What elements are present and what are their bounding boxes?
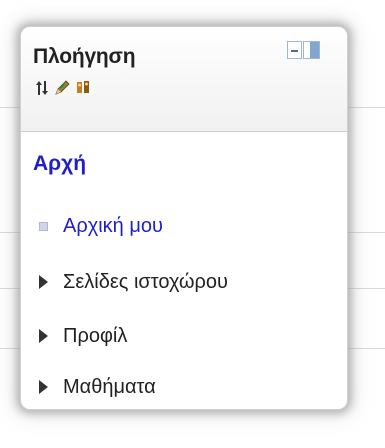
expand-arrow-icon[interactable] <box>35 328 51 344</box>
block-header: Πλοήγηση <box>21 27 347 132</box>
square-bullet-icon <box>35 218 51 234</box>
home-link[interactable]: Αρχή <box>33 152 86 176</box>
expand-arrow-icon[interactable] <box>35 274 51 290</box>
nav-item-label[interactable]: Σελίδες ιστοχώρου <box>63 271 228 294</box>
block-title: Πλοήγηση <box>33 45 136 68</box>
nav-item-label[interactable]: Αρχική μου <box>63 215 163 238</box>
dock-panel-icon[interactable] <box>303 41 320 59</box>
block-dock-controls[interactable] <box>287 41 321 61</box>
assign-roles-icon[interactable] <box>75 79 92 96</box>
edit-icon[interactable] <box>54 79 71 96</box>
nav-item-label[interactable]: Μαθήματα <box>63 376 156 399</box>
minus-box-icon[interactable] <box>287 41 302 59</box>
block-content: Αρχή Αρχική μου Σελίδες ιστοχώρου Προφίλ… <box>21 132 347 409</box>
nav-item-my-home[interactable]: Αρχική μου <box>35 212 163 240</box>
navigation-block: Πλοήγηση Αρχή Αρχική μου Σελίδες ιστοχώρ… <box>20 26 348 410</box>
nav-item-profile[interactable]: Προφίλ <box>35 322 127 350</box>
move-icon[interactable] <box>33 79 50 96</box>
nav-item-courses[interactable]: Μαθήματα <box>35 373 156 401</box>
screenshot-stage: Πλοήγηση Αρχή Αρχική μου Σελίδες ιστοχώρ… <box>0 0 385 448</box>
block-edit-icons <box>33 79 92 96</box>
nav-item-site-pages[interactable]: Σελίδες ιστοχώρου <box>35 268 228 296</box>
expand-arrow-icon[interactable] <box>35 379 51 395</box>
nav-item-label[interactable]: Προφίλ <box>63 325 127 348</box>
